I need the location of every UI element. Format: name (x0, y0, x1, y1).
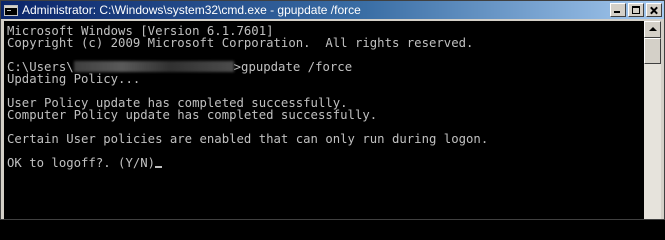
console-line: Updating Policy... (7, 72, 141, 86)
console-line: Computer Policy update has completed suc… (7, 108, 378, 122)
scroll-thumb[interactable] (644, 38, 661, 64)
title-bar[interactable]: Administrator: C:\Windows\system32\cmd.e… (1, 1, 664, 19)
close-button[interactable] (646, 3, 662, 17)
minimize-button[interactable] (610, 3, 626, 17)
prompt-line: C:\Users\ >gpupdate /force (7, 61, 644, 73)
cmd-icon[interactable] (4, 4, 18, 16)
console-line: Copyright (c) 2009 Microsoft Corporation… (7, 36, 474, 50)
logoff-prompt: OK to logoff?. (Y/N) (7, 156, 156, 170)
logoff-prompt-line[interactable]: OK to logoff?. (Y/N) (7, 157, 644, 169)
prompt-command: >gpupdate /force (233, 60, 353, 74)
vertical-scrollbar[interactable] (644, 21, 661, 219)
scroll-up-button[interactable] (644, 21, 661, 38)
text-cursor (155, 166, 163, 168)
console-output[interactable]: Microsoft Windows [Version 6.1.7601] Cop… (4, 21, 644, 219)
redacted-username (73, 61, 234, 72)
window-title: Administrator: C:\Windows\system32\cmd.e… (22, 3, 361, 17)
console-line: Certain User policies are enabled that c… (7, 132, 489, 146)
cmd-window: Administrator: C:\Windows\system32\cmd.e… (0, 0, 665, 220)
maximize-button[interactable] (628, 3, 644, 17)
window-controls (608, 3, 662, 17)
